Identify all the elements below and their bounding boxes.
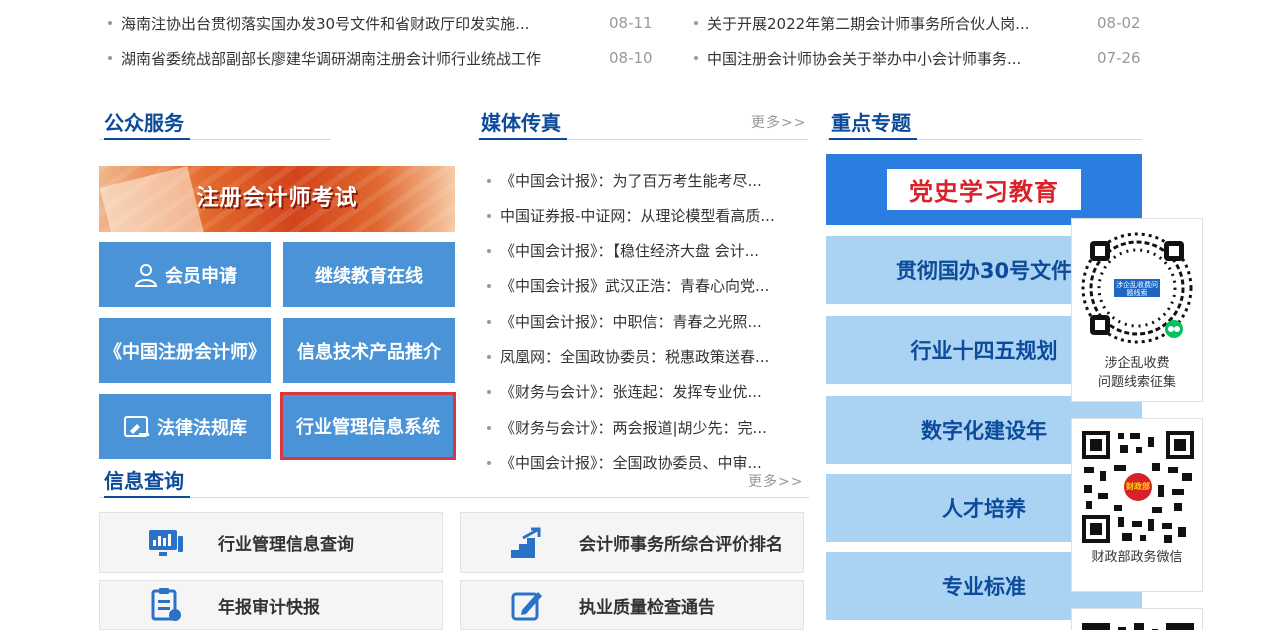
- bullet-icon: [487, 178, 491, 183]
- party-history-banner[interactable]: 党史学习教育: [826, 154, 1142, 225]
- media-item[interactable]: 《中国会计报》：中职信：青春之光照...: [487, 304, 787, 339]
- mini-program-caption-line1: 涉企乱收费: [1104, 356, 1170, 371]
- media-item-title[interactable]: 凤凰网：全国政协委员：税惠政策送春...: [500, 346, 769, 367]
- news-date: 08-11: [609, 14, 653, 32]
- bullet-icon: [694, 56, 698, 60]
- news-title[interactable]: 关于开展2022年第二期会计师事务所合伙人岗...: [707, 13, 1029, 34]
- topic-label: 行业十四五规划: [910, 339, 1058, 363]
- bullet-icon: [487, 460, 491, 465]
- bullet-icon: [487, 283, 491, 288]
- bullet-icon: [487, 213, 491, 218]
- annual-audit-report-label: 年报审计快报: [218, 597, 320, 618]
- topic-label: 贯彻国办30号文件: [895, 259, 1073, 283]
- bullet-icon: [487, 248, 491, 253]
- cpa-journal-button[interactable]: 《中国注册会计师》: [99, 318, 271, 383]
- media-item[interactable]: 《中国会计报》：【稳住经济大盘 会计...: [487, 233, 787, 268]
- laws-library-button[interactable]: 法律法规库: [99, 394, 271, 459]
- firm-ranking-label: 会计师事务所综合评价排名: [579, 535, 783, 555]
- media-item[interactable]: 《中国会计报》武汉正浩：青春心向党...: [487, 268, 787, 303]
- party-history-label: 党史学习教育: [887, 169, 1081, 210]
- it-products-label: 信息技术产品推介: [297, 341, 441, 363]
- member-application-label: 会员申请: [165, 265, 237, 287]
- topic-label: 人才培养: [942, 497, 1026, 521]
- media-more-link[interactable]: 更多>>: [751, 113, 806, 133]
- bullet-icon: [487, 389, 491, 394]
- news-title[interactable]: 中国注册会计师协会关于举办中小会计师事务...: [707, 48, 1021, 69]
- continuing-education-button[interactable]: 继续教育在线: [283, 242, 455, 307]
- bullet-icon: [694, 21, 698, 25]
- firm-ranking-card[interactable]: 会计师事务所综合评价排名: [460, 512, 804, 573]
- cpa-exam-banner[interactable]: 注册会计师考试: [99, 166, 455, 232]
- wechat-badge: 财政部: [1126, 482, 1150, 491]
- bullet-icon: [108, 21, 112, 25]
- news-item[interactable]: 湖南省委统战部副部长廖建华调研湖南注册会计师行业统战工作: [108, 40, 568, 76]
- media-item-title[interactable]: 《财务与会计》：张连起：发挥专业优...: [500, 381, 762, 402]
- public-service-heading: 公众服务: [104, 111, 184, 135]
- user-icon: [133, 262, 159, 288]
- topic-label: 数字化建设年: [921, 419, 1047, 443]
- wechat-qr-panel[interactable]: 财政部 财政部政务微信: [1071, 418, 1203, 592]
- media-item[interactable]: 《财务与会计》：两会报道|胡少先：完...: [487, 410, 787, 445]
- continuing-education-label: 继续教育在线: [315, 265, 423, 287]
- news-item[interactable]: 关于开展2022年第二期会计师事务所合伙人岗...: [694, 5, 1044, 41]
- monitor-chart-icon: [146, 523, 186, 563]
- heading-underline: [829, 138, 917, 140]
- news-date: 07-26: [1097, 49, 1141, 67]
- edit-pen-icon: [507, 585, 547, 625]
- media-item-title[interactable]: 《中国会计报》：全国政协委员、中审...: [500, 452, 762, 473]
- heading-underline: [479, 138, 567, 140]
- media-item-title[interactable]: 《中国会计报》：【稳住经济大盘 会计...: [500, 240, 759, 261]
- industry-management-system-button[interactable]: 行业管理信息系统: [280, 392, 456, 460]
- bullet-icon: [487, 354, 491, 359]
- media-heading: 媒体传真: [481, 111, 561, 135]
- media-item[interactable]: 凤凰网：全国政协委员：税惠政策送春...: [487, 339, 787, 374]
- partial-qr-code: [1082, 623, 1194, 630]
- bullet-icon: [487, 425, 491, 430]
- divider: [99, 497, 809, 498]
- heading-underline: [104, 138, 190, 140]
- ranking-stairs-icon: [507, 523, 547, 563]
- media-item[interactable]: 中国证券报-中证网：从理论模型看高质...: [487, 198, 787, 233]
- media-item[interactable]: 《中国会计报》：全国政协委员、中审...: [487, 445, 787, 480]
- report-clipboard-icon: [146, 585, 186, 625]
- mini-program-caption-line2: 问题线索征集: [1097, 375, 1176, 390]
- bullet-icon: [108, 56, 112, 60]
- wechat-caption: 财政部政务微信: [1091, 550, 1183, 565]
- bullet-icon: [487, 319, 491, 324]
- mini-program-badge: 涉企乱收费问题线索: [1116, 281, 1158, 297]
- media-item-title[interactable]: 中国证券报-中证网：从理论模型看高质...: [500, 205, 775, 226]
- qr-panel-partial: [1071, 608, 1203, 630]
- mini-program-qr-panel[interactable]: 涉企乱收费问题线索 涉企乱收费 问题线索征集: [1071, 218, 1203, 402]
- cpa-journal-label: 《中国注册会计师》: [104, 341, 266, 363]
- annual-audit-report-card[interactable]: 年报审计快报: [99, 580, 443, 630]
- info-query-more-link[interactable]: 更多>>: [748, 472, 803, 492]
- key-topics-heading: 重点专题: [831, 111, 911, 135]
- news-title[interactable]: 湖南省委统战部副部长廖建华调研湖南注册会计师行业统战工作: [121, 48, 541, 69]
- law-book-icon: [123, 414, 151, 440]
- industry-info-query-label: 行业管理信息查询: [218, 535, 354, 555]
- news-item[interactable]: 中国注册会计师协会关于举办中小会计师事务...: [694, 40, 1044, 76]
- it-products-button[interactable]: 信息技术产品推介: [283, 318, 455, 383]
- member-application-button[interactable]: 会员申请: [99, 242, 271, 307]
- heading-underline: [104, 496, 190, 498]
- media-item-title[interactable]: 《中国会计报》：为了百万考生能考尽...: [500, 170, 762, 191]
- news-date: 08-02: [1097, 14, 1141, 32]
- topic-label: 专业标准: [942, 575, 1026, 599]
- media-item-title[interactable]: 《中国会计报》武汉正浩：青春心向党...: [500, 275, 769, 296]
- news-title[interactable]: 海南注协出台贯彻落实国办发30号文件和省财政厅印发实施...: [121, 13, 529, 34]
- laws-library-label: 法律法规库: [157, 417, 247, 439]
- quality-inspection-label: 执业质量检查通告: [579, 597, 715, 618]
- info-query-heading: 信息查询: [104, 469, 184, 493]
- cpa-exam-banner-text: 注册会计师考试: [196, 186, 358, 211]
- news-date: 08-10: [609, 49, 653, 67]
- media-item-title[interactable]: 《财务与会计》：两会报道|胡少先：完...: [500, 417, 767, 438]
- industry-info-query-card[interactable]: 行业管理信息查询: [99, 512, 443, 573]
- quality-inspection-card[interactable]: 执业质量检查通告: [460, 580, 804, 630]
- industry-management-system-label: 行业管理信息系统: [296, 417, 440, 438]
- news-item[interactable]: 海南注协出台贯彻落实国办发30号文件和省财政厅印发实施...: [108, 5, 548, 41]
- media-item-title[interactable]: 《中国会计报》：中职信：青春之光照...: [500, 311, 762, 332]
- media-item[interactable]: 《中国会计报》：为了百万考生能考尽...: [487, 163, 787, 198]
- media-item[interactable]: 《财务与会计》：张连起：发挥专业优...: [487, 374, 787, 409]
